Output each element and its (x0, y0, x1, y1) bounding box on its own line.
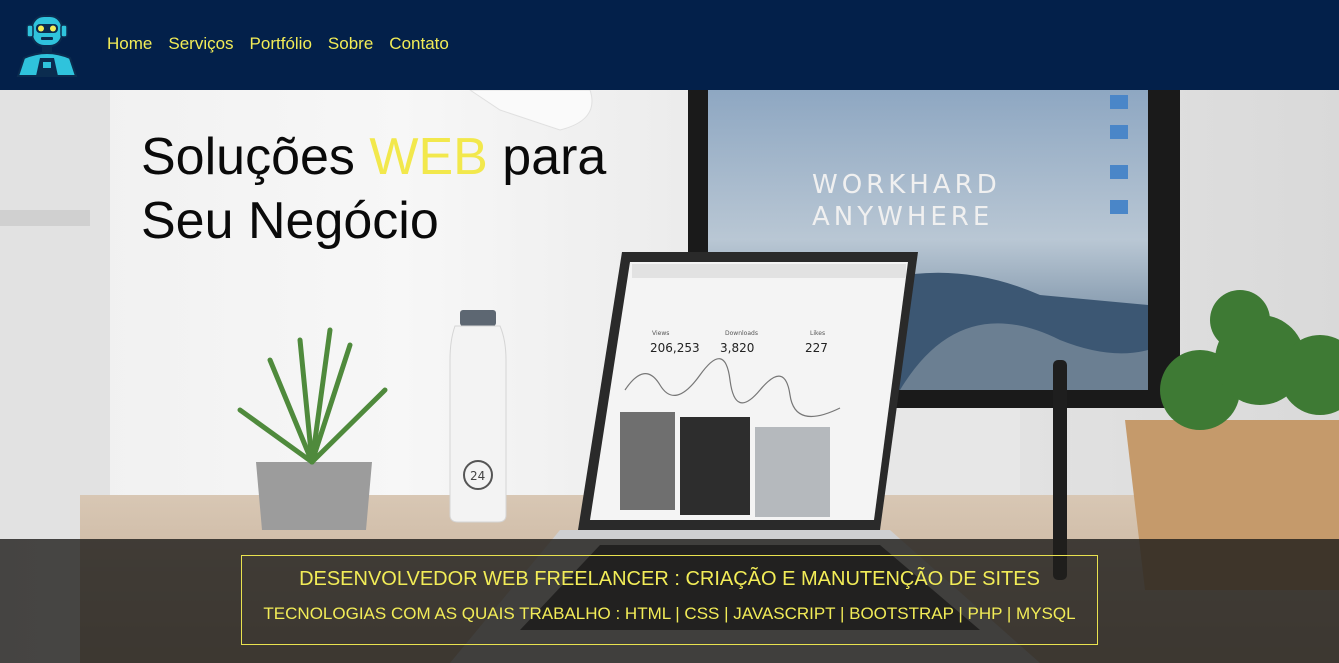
info-band: DESENVOLVEDOR WEB FREELANCER : CRIAÇÃO E… (0, 539, 1339, 663)
headline-part2: para (487, 128, 607, 186)
laptop-stat2-label: Downloads (725, 330, 758, 337)
headline-accent: WEB (369, 128, 488, 186)
laptop-stat2-value: 3,820 (720, 341, 754, 355)
laptop-stat1-value: 206,253 (650, 341, 700, 355)
headline-part1: Soluções (141, 128, 370, 186)
monitor-text-2: ANYWHERE (812, 202, 993, 232)
monitor-text-1: WORKHARD (812, 170, 1001, 200)
bottle-label: 24 (470, 469, 485, 483)
laptop-stat3-value: 227 (805, 341, 828, 355)
nav-item-servicos[interactable]: Serviços (168, 34, 233, 54)
nav-item-contato[interactable]: Contato (389, 34, 449, 54)
nav-item-sobre[interactable]: Sobre (328, 34, 373, 54)
main-nav: Home Serviços Portfólio Sobre Contato (107, 34, 449, 54)
info-box: DESENVOLVEDOR WEB FREELANCER : CRIAÇÃO E… (241, 555, 1098, 645)
nav-item-portfolio[interactable]: Portfólio (250, 34, 312, 54)
info-subtitle: TECNOLOGIAS COM AS QUAIS TRABALHO : HTML… (263, 604, 1076, 623)
hero-section: WORKHARD ANYWHERE 24 Views 206,253 Downl… (0, 90, 1339, 663)
headline-line2: Seu Negócio (141, 192, 439, 250)
info-title: DESENVOLVEDOR WEB FREELANCER : CRIAÇÃO E… (299, 568, 1040, 590)
robot-logo-icon[interactable] (12, 10, 82, 80)
hero-headline: Soluções WEB para Seu Negócio (141, 125, 606, 253)
nav-item-home[interactable]: Home (107, 34, 152, 54)
navbar: Home Serviços Portfólio Sobre Contato (0, 0, 1339, 90)
laptop-stat1-label: Views (652, 330, 669, 337)
laptop-stat3-label: Likes (810, 330, 825, 337)
